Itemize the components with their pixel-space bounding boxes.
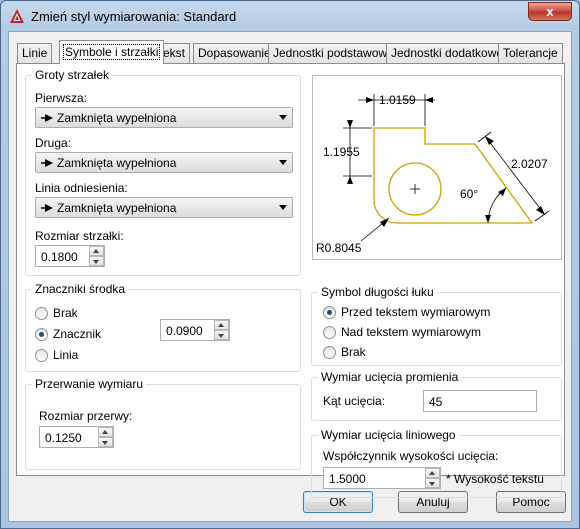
chevron-down-icon bbox=[279, 205, 287, 210]
group-title: Wymiar ucięcia liniowego bbox=[318, 428, 459, 442]
dialog-window: Zmień styl wymiarowania: Standard x Lini… bbox=[0, 0, 580, 529]
tab-symbole-i-strzalki[interactable]: Symbole i strzałki bbox=[59, 40, 165, 64]
radio-label: Nad tekstem wymiarowym bbox=[341, 325, 482, 339]
arc-length-group: Symbol długości łuku Przed tekstem wymia… bbox=[311, 285, 562, 366]
preview-drawing: 1.0159 1.1955 2.0207 60° R0.8045 bbox=[316, 93, 550, 255]
stepper-value: 0.1250 bbox=[45, 431, 82, 445]
radio-label: Linia bbox=[53, 348, 79, 362]
arc-above-text-radio[interactable] bbox=[323, 326, 336, 339]
dim-diag-text: 2.0207 bbox=[511, 157, 548, 171]
select-value: Zamknięta wypełniona bbox=[57, 156, 177, 170]
center-mark-line-radio[interactable] bbox=[35, 349, 48, 362]
jog-factor-label: Współczynnik wysokości ucięcia: bbox=[323, 449, 499, 463]
tab-linie[interactable]: Linie bbox=[17, 43, 53, 63]
radio-label: Znacznik bbox=[53, 327, 102, 341]
chevron-down-icon bbox=[279, 160, 287, 165]
radio-label: Brak bbox=[341, 345, 366, 359]
jog-factor-stepper[interactable]: 1.5000 bbox=[323, 467, 441, 489]
dim-radius-text: R0.8045 bbox=[316, 241, 362, 255]
select-value: Zamknięta wypełniona bbox=[57, 111, 177, 125]
spin-down-icon[interactable] bbox=[214, 330, 229, 340]
leader-arrow-select[interactable]: Zamknięta wypełniona bbox=[35, 197, 293, 218]
center-mark-size-stepper[interactable]: 0.0900 bbox=[160, 319, 230, 341]
center-mark-mark-radio[interactable] bbox=[35, 328, 48, 341]
second-arrow-label: Druga: bbox=[35, 136, 72, 150]
input-value: 45 bbox=[429, 395, 443, 409]
jog-angle-label: Kąt ucięcia: bbox=[323, 394, 386, 408]
first-arrow-select[interactable]: Zamknięta wypełniona bbox=[35, 107, 293, 128]
stepper-value: 0.0900 bbox=[166, 324, 203, 338]
center-marks-group: Znaczniki środka Brak Znacznik Linia 0.0… bbox=[25, 282, 301, 372]
radio-label: Przed tekstem wymiarowym bbox=[341, 305, 491, 319]
closed-filled-arrow-icon bbox=[41, 159, 53, 167]
break-size-label: Rozmiar przerwy: bbox=[39, 409, 133, 423]
center-mark-none-radio[interactable] bbox=[35, 307, 48, 320]
spin-down-icon[interactable] bbox=[425, 478, 440, 488]
tab-label: Jednostki podstawowe bbox=[273, 46, 394, 60]
leader-arrow-label: Linia odniesienia: bbox=[35, 181, 128, 195]
group-title: Znaczniki środka bbox=[32, 282, 129, 296]
close-icon: x bbox=[546, 4, 554, 19]
spin-down-icon[interactable] bbox=[89, 256, 104, 266]
spin-up-icon[interactable] bbox=[425, 468, 440, 478]
group-title: Symbol długości łuku bbox=[318, 285, 437, 299]
dim-angle-text: 60° bbox=[460, 187, 478, 201]
tab-label: Linie bbox=[22, 46, 48, 60]
arrowheads-group: Groty strzałek Pierwsza: Zamknięta wypeł… bbox=[25, 68, 301, 276]
group-title: Groty strzałek bbox=[32, 68, 113, 82]
chevron-down-icon bbox=[279, 115, 287, 120]
spin-up-icon[interactable] bbox=[89, 246, 104, 256]
arrow-size-stepper[interactable]: 0.1800 bbox=[35, 245, 105, 267]
tab-label: Tolerancje bbox=[503, 46, 558, 60]
tab-label: Dopasowanie bbox=[198, 46, 271, 60]
dim-left-text: 1.1955 bbox=[323, 145, 360, 159]
radio-label: Brak bbox=[53, 306, 78, 320]
group-title: Przerwanie wymiaru bbox=[32, 377, 147, 391]
spin-up-icon[interactable] bbox=[98, 427, 113, 437]
tab-label: Jednostki dodatkowe bbox=[391, 46, 504, 60]
arrow-size-label: Rozmiar strzałki: bbox=[35, 229, 124, 243]
spin-down-icon[interactable] bbox=[98, 437, 113, 447]
linear-jog-group: Wymiar ucięcia liniowego Współczynnik wy… bbox=[311, 428, 562, 498]
radius-jog-group: Wymiar ucięcia promienia Kąt ucięcia: 45 bbox=[311, 370, 562, 421]
stepper-value: 1.5000 bbox=[329, 472, 366, 486]
second-arrow-select[interactable]: Zamknięta wypełniona bbox=[35, 152, 293, 173]
autocad-app-icon bbox=[10, 9, 24, 23]
tab-dopasowanie[interactable]: Dopasowanie bbox=[193, 43, 276, 63]
first-arrow-label: Pierwsza: bbox=[35, 91, 88, 105]
tab-label: Symbole i strzałki bbox=[62, 44, 161, 60]
tab-jednostki-dodatkowe[interactable]: Jednostki dodatkowe bbox=[386, 43, 509, 63]
window-title: Zmień styl wymiarowania: Standard bbox=[31, 9, 237, 24]
select-value: Zamknięta wypełniona bbox=[57, 201, 177, 215]
stepper-value: 0.1800 bbox=[41, 250, 78, 264]
dimension-break-group: Przerwanie wymiaru Rozmiar przerwy: 0.12… bbox=[25, 377, 301, 470]
dimension-preview: 1.0159 1.1955 2.0207 60° R0.8045 bbox=[312, 75, 562, 260]
close-button[interactable]: x bbox=[528, 2, 572, 21]
closed-filled-arrow-icon bbox=[41, 204, 53, 212]
dim-top-text: 1.0159 bbox=[379, 93, 416, 107]
jog-factor-suffix: * Wysokość tekstu bbox=[446, 472, 544, 486]
tab-jednostki-podstawowe[interactable]: Jednostki podstawowe bbox=[268, 43, 399, 63]
tab-tolerancje[interactable]: Tolerancje bbox=[498, 43, 563, 63]
title-bar[interactable]: Zmień styl wymiarowania: Standard x bbox=[1, 1, 579, 31]
tab-page: Groty strzałek Pierwsza: Zamknięta wypeł… bbox=[16, 63, 565, 498]
closed-filled-arrow-icon bbox=[41, 114, 53, 122]
dialog-client: Linie Symbole i strzałki Tekst Dopasowan… bbox=[8, 31, 572, 522]
spin-up-icon[interactable] bbox=[214, 320, 229, 330]
arc-none-radio[interactable] bbox=[323, 346, 336, 359]
group-title: Wymiar ucięcia promienia bbox=[318, 370, 462, 384]
jog-angle-input[interactable]: 45 bbox=[423, 390, 537, 412]
arc-before-text-radio[interactable] bbox=[323, 306, 336, 319]
break-size-stepper[interactable]: 0.1250 bbox=[39, 426, 114, 448]
